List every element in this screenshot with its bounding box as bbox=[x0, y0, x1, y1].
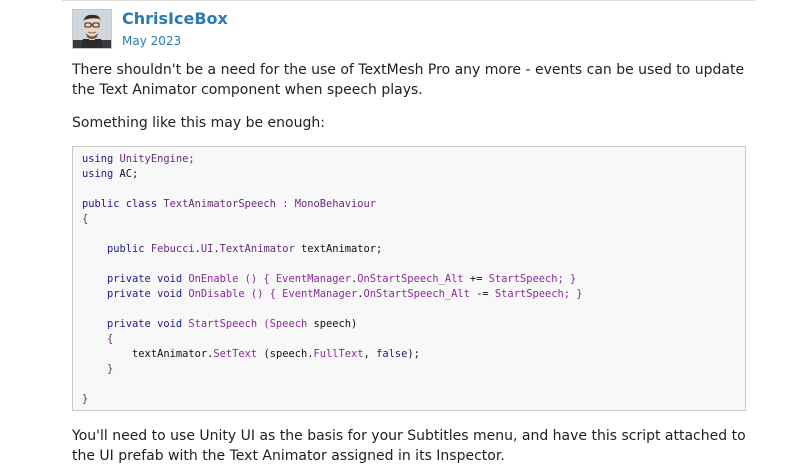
code-token: textAnimator bbox=[82, 348, 208, 360]
code-line: } bbox=[82, 392, 583, 407]
post-paragraph: There shouldn't be a need for the use of… bbox=[72, 62, 745, 98]
code-token: Febucci bbox=[144, 243, 195, 255]
code-token: speech) bbox=[307, 318, 358, 330]
code-token: OnDisable () { EventManager bbox=[182, 288, 358, 300]
code-line: private void OnDisable () { EventManager… bbox=[82, 287, 583, 302]
code-block: using UnityEngine; using AC; public class … bbox=[72, 146, 746, 411]
code-token: OnEnable () { EventManager bbox=[182, 273, 351, 285]
code-token: (speech bbox=[257, 348, 308, 360]
code-token: public class bbox=[82, 198, 158, 210]
code-token: ); bbox=[407, 348, 420, 360]
code-token: false bbox=[376, 348, 408, 360]
code-token: { bbox=[82, 213, 89, 225]
code-token: TextAnimator bbox=[219, 243, 295, 255]
code-line: } bbox=[82, 362, 583, 377]
code-token: AC; bbox=[113, 168, 139, 180]
code-token: private void bbox=[82, 273, 183, 285]
code-line: using AC; bbox=[82, 167, 583, 182]
code-token: -= bbox=[469, 288, 495, 300]
code-line: public class TextAnimatorSpeech : MonoBe… bbox=[82, 197, 583, 212]
code-token: UI bbox=[200, 243, 214, 255]
code-token: TextAnimatorSpeech : MonoBehaviour bbox=[157, 198, 377, 210]
code-token: , bbox=[363, 348, 377, 360]
code-token: StartSpeech; } bbox=[488, 273, 577, 285]
code-token: } bbox=[82, 393, 89, 405]
code-token: += bbox=[463, 273, 489, 285]
code-token: private void bbox=[82, 318, 183, 330]
code-token: UnityEngine; bbox=[113, 153, 195, 165]
code-line: { bbox=[82, 212, 583, 227]
post-date-link[interactable]: May 2023 bbox=[122, 34, 181, 49]
code-token: textAnimator; bbox=[294, 243, 383, 255]
code-line: private void OnEnable () { EventManager.… bbox=[82, 272, 583, 287]
code-line: textAnimator.SetText (speech.FullText, f… bbox=[82, 347, 583, 362]
avatar[interactable] bbox=[72, 9, 112, 49]
code-line: public Febucci.UI.TextAnimator textAnima… bbox=[82, 242, 583, 257]
code-line: using UnityEngine; bbox=[82, 152, 583, 167]
code-token: SetText bbox=[213, 348, 258, 360]
code-token: StartSpeech (Speech bbox=[182, 318, 308, 330]
author-name-link[interactable]: ChrisIceBox bbox=[122, 9, 228, 29]
post-divider bbox=[62, 0, 755, 1]
code-token: private void bbox=[82, 288, 183, 300]
code-token: } bbox=[82, 363, 114, 375]
post-paragraph: Something like this may be enough: bbox=[72, 115, 325, 131]
post-paragraph: You'll need to use Unity UI as the basis… bbox=[72, 428, 746, 464]
code-token: StartSpeech; } bbox=[494, 288, 583, 300]
code-token: OnStartSpeech_Alt bbox=[357, 273, 464, 285]
code-token: OnStartSpeech_Alt bbox=[363, 288, 470, 300]
code-token: { bbox=[82, 333, 114, 345]
code-token: using bbox=[82, 168, 114, 180]
code-token: FullText bbox=[313, 348, 364, 360]
code-content: using UnityEngine; using AC; public class … bbox=[82, 152, 583, 407]
avatar-image bbox=[73, 10, 111, 48]
code-token: using bbox=[82, 153, 114, 165]
code-line: private void StartSpeech (Speech speech) bbox=[82, 317, 583, 332]
code-line: { bbox=[82, 332, 583, 347]
code-token: public bbox=[82, 243, 145, 255]
